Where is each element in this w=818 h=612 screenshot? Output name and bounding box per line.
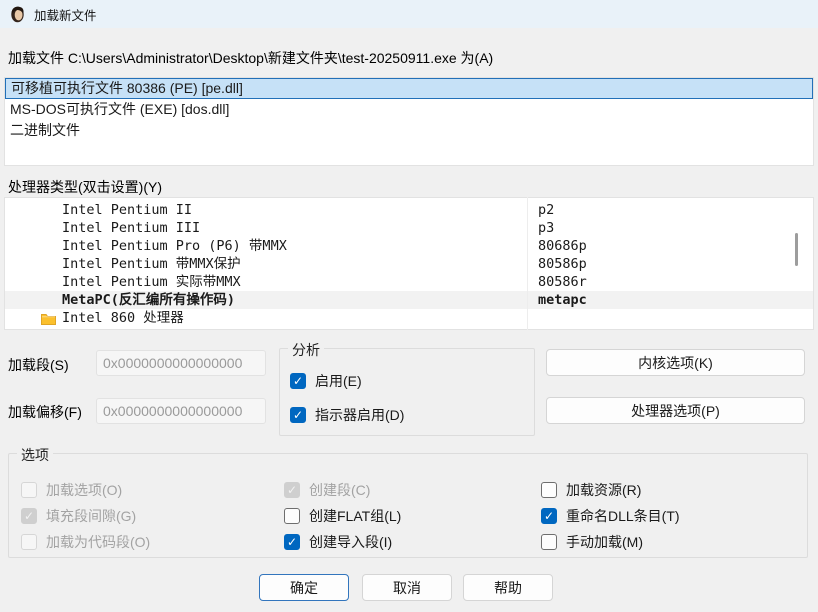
processor-row[interactable]: Intel Pentium 带MMX保护 80586p <box>5 255 813 273</box>
checkbox-label: 启用(E) <box>315 371 362 391</box>
checkbox-label: 加载为代码段(O) <box>46 532 150 552</box>
checkbox-box <box>541 482 557 498</box>
checkbox-box: ✓ <box>290 373 306 389</box>
checkbox-label: 创建FLAT组(L) <box>309 506 401 526</box>
check-icon: ✓ <box>287 484 297 496</box>
processor-name: Intel Pentium 带MMX保护 <box>5 255 241 273</box>
file-prompt-label: 加载文件 C:\Users\Administrator\Desktop\新建文件… <box>8 48 493 68</box>
processor-id: 80686p <box>538 237 587 255</box>
checkbox-box <box>284 508 300 524</box>
checkbox-create-flat-group[interactable]: 创建FLAT组(L) <box>284 506 401 526</box>
checkbox-label: 加载资源(R) <box>566 480 641 500</box>
checkbox-create-segments: ✓ 创建段(C) <box>284 480 370 500</box>
processor-row[interactable]: Intel Pentium Pro (P6) 带MMX 80686p <box>5 237 813 255</box>
checkbox-label: 创建段(C) <box>309 480 370 500</box>
check-icon: ✓ <box>287 536 297 548</box>
checkbox-label: 填充段间隙(G) <box>46 506 136 526</box>
processor-name: Intel Pentium Pro (P6) 带MMX <box>5 237 287 255</box>
load-offset-label: 加载偏移(F) <box>8 402 82 422</box>
window-title: 加载新文件 <box>34 5 97 24</box>
cancel-button[interactable]: 取消 <box>362 574 452 601</box>
processor-name: MetaPC(反汇编所有操作码) <box>5 291 235 309</box>
analysis-groupbox: 分析 ✓ 启用(E) ✓ 指示器启用(D) <box>279 348 535 436</box>
processor-id: 860xr <box>538 327 579 330</box>
load-segment-label: 加载段(S) <box>8 355 69 375</box>
processor-listview: Intel Pentium II p2 Intel Pentium III p3… <box>4 197 814 330</box>
processor-row-clipped[interactable]: Intel 860 XR 860xr <box>5 327 813 330</box>
ok-button[interactable]: 确定 <box>259 574 349 601</box>
processor-id: metapc <box>538 291 587 309</box>
processor-row[interactable]: Intel Pentium III p3 <box>5 219 813 237</box>
processor-id: p2 <box>538 201 554 219</box>
checkbox-analysis-enabled[interactable]: ✓ 启用(E) <box>290 371 362 391</box>
checkbox-box <box>21 482 37 498</box>
checkbox-loading-options: 加载选项(O) <box>21 480 122 500</box>
processor-row[interactable]: Intel Pentium 实际带MMX 80586r <box>5 273 813 291</box>
checkbox-label: 重命名DLL条目(T) <box>566 506 680 526</box>
checkbox-box <box>21 534 37 550</box>
kernel-options-button[interactable]: 内核选项(K) <box>546 349 805 376</box>
checkbox-load-as-code-segment: 加载为代码段(O) <box>21 532 150 552</box>
load-segment-input <box>96 350 266 376</box>
checkbox-box <box>541 534 557 550</box>
checkbox-label: 加载选项(O) <box>46 480 122 500</box>
ida-logo-icon <box>8 5 26 23</box>
checkbox-box: ✓ <box>284 534 300 550</box>
processor-options-button[interactable]: 处理器选项(P) <box>546 397 805 424</box>
processor-row-metapc-selected[interactable]: MetaPC(反汇编所有操作码) metapc <box>5 291 813 309</box>
checkbox-box: ✓ <box>284 482 300 498</box>
processor-list-scrollbar[interactable] <box>795 233 798 266</box>
processor-row[interactable]: Intel Pentium II p2 <box>5 201 813 219</box>
load-offset-input <box>96 398 266 424</box>
loader-format-listbox: 可移植可执行文件 80386 (PE) [pe.dll] MS-DOS可执行文件… <box>4 77 814 166</box>
processor-name: Intel Pentium II <box>5 201 192 219</box>
options-groupbox: 选项 加载选项(O) ✓ 填充段间隙(G) 加载为代码段(O) ✓ 创建段(C)… <box>8 453 808 558</box>
processor-list-column-divider <box>527 197 528 330</box>
loader-item-binary[interactable]: 二进制文件 <box>5 120 813 141</box>
processor-name: Intel 860 处理器 <box>5 309 184 327</box>
check-icon: ✓ <box>544 510 554 522</box>
help-button[interactable]: 帮助 <box>463 574 553 601</box>
checkbox-create-imports-segment[interactable]: ✓ 创建导入段(I) <box>284 532 392 552</box>
checkbox-fill-segment-gaps: ✓ 填充段间隙(G) <box>21 506 136 526</box>
loader-item-msdos[interactable]: MS-DOS可执行文件 (EXE) [dos.dll] <box>5 99 813 120</box>
checkbox-box: ✓ <box>541 508 557 524</box>
check-icon: ✓ <box>293 409 303 421</box>
processor-name: Intel 860 XR <box>5 327 160 330</box>
checkbox-label: 手动加载(M) <box>566 532 643 552</box>
checkbox-label: 创建导入段(I) <box>309 532 392 552</box>
checkbox-manual-load[interactable]: 手动加载(M) <box>541 532 643 552</box>
processor-type-label: 处理器类型(双击设置)(Y) <box>8 177 162 197</box>
checkbox-load-resources[interactable]: 加载资源(R) <box>541 480 641 500</box>
checkbox-label: 指示器启用(D) <box>315 405 404 425</box>
processor-name: Intel Pentium III <box>5 219 200 237</box>
loader-item-pe[interactable]: 可移植可执行文件 80386 (PE) [pe.dll] <box>5 78 813 99</box>
analysis-group-title: 分析 <box>288 340 324 360</box>
processor-row-folder[interactable]: Intel 860 处理器 <box>5 309 813 327</box>
check-icon: ✓ <box>24 510 34 522</box>
checkbox-box: ✓ <box>21 508 37 524</box>
window-titlebar[interactable]: 加载新文件 <box>0 0 818 28</box>
processor-name: Intel Pentium 实际带MMX <box>5 273 241 291</box>
options-group-title: 选项 <box>17 445 53 465</box>
processor-id: p3 <box>538 219 554 237</box>
processor-id: 80586p <box>538 255 587 273</box>
checkbox-rename-dll-entries[interactable]: ✓ 重命名DLL条目(T) <box>541 506 680 526</box>
processor-id: 80586r <box>538 273 587 291</box>
checkbox-box: ✓ <box>290 407 306 423</box>
check-icon: ✓ <box>293 375 303 387</box>
checkbox-indicator-enabled[interactable]: ✓ 指示器启用(D) <box>290 405 404 425</box>
